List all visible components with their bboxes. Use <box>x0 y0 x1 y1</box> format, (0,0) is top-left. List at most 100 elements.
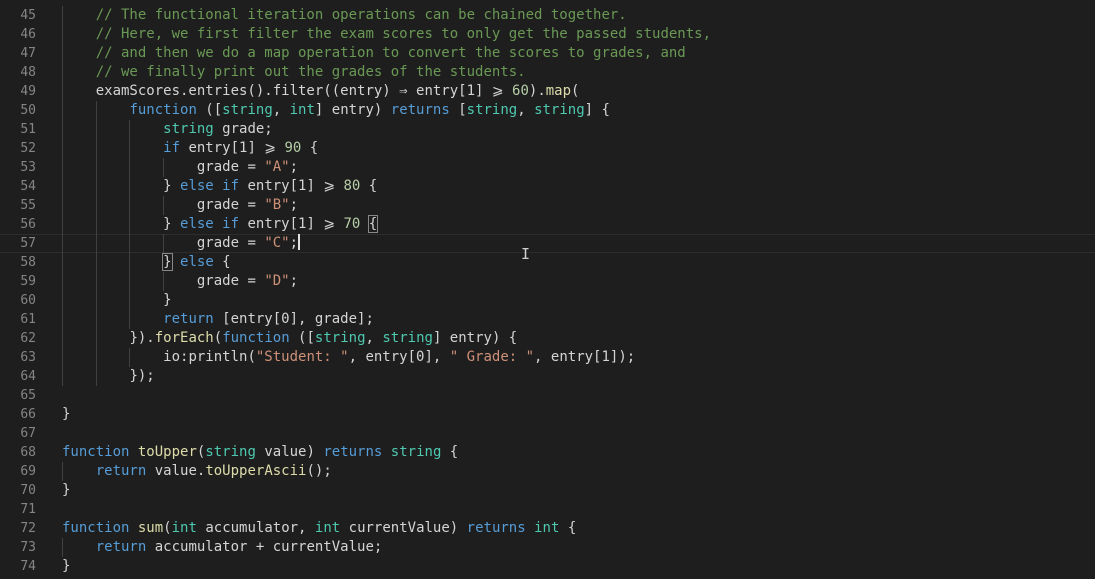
indent-guide <box>62 82 63 101</box>
indent-guide <box>129 196 130 215</box>
code-line[interactable]: 53 grade = "A"; <box>0 158 1095 177</box>
code-token: ( <box>571 83 580 99</box>
code-token: int <box>289 102 315 118</box>
indent-guide <box>96 272 97 291</box>
line-number: 46 <box>20 27 36 42</box>
line-number: 69 <box>20 464 36 479</box>
code-token: } <box>163 292 172 308</box>
code-line[interactable]: 72 function sum(int accumulator, int curr… <box>0 519 1095 538</box>
code-token: [entry[0], grade]; <box>213 311 374 327</box>
code-text: } else if entry[1] ⩾ 80 { <box>163 177 377 196</box>
code-text: } <box>62 481 70 500</box>
code-token: string <box>382 330 433 346</box>
indent-guide <box>62 6 63 25</box>
code-line[interactable]: 64}); <box>0 367 1095 386</box>
line-number: 57 <box>20 236 36 251</box>
code-token: { <box>441 444 459 460</box>
line-number: 70 <box>20 483 36 498</box>
code-line[interactable]: 71 <box>0 500 1095 519</box>
code-token: , entry[1]); <box>534 349 636 365</box>
code-line[interactable]: 56} else if entry[1] ⩾ 70 { <box>0 215 1095 234</box>
code-token: grade = <box>196 197 265 213</box>
code-line[interactable]: 49 examScores.entries().filter((entry) ⇒ … <box>0 82 1095 101</box>
code-line[interactable]: 65 <box>0 386 1095 405</box>
code-line[interactable]: 58} else { <box>0 253 1095 272</box>
code-token: ] entry) <box>314 102 391 118</box>
line-number: 50 <box>20 103 36 118</box>
indent-guide <box>96 253 97 272</box>
code-token: , <box>517 102 535 118</box>
line-number: 52 <box>20 141 36 156</box>
indent-guide <box>62 348 63 367</box>
code-line[interactable]: 45 // The functional iteration operations… <box>0 6 1095 25</box>
code-token: returns <box>466 520 526 536</box>
code-line[interactable]: 67 <box>0 424 1095 443</box>
matched-bracket: } <box>162 253 173 271</box>
indent-guide <box>62 139 63 158</box>
code-line[interactable]: 51 string grade; <box>0 120 1095 139</box>
code-line[interactable]: 74} <box>0 557 1095 576</box>
code-token: } <box>163 178 181 194</box>
code-line[interactable]: 46 // Here, we first filter the exam scor… <box>0 25 1095 44</box>
indent-guide <box>62 272 63 291</box>
code-token: { <box>360 178 378 194</box>
indent-guide <box>96 234 97 253</box>
indent-guide <box>129 177 130 196</box>
code-line[interactable]: 62 }).forEach(function ([string, string] … <box>0 329 1095 348</box>
code-text: } <box>163 291 171 310</box>
indent-guide <box>62 329 63 348</box>
code-line[interactable]: 57 grade = "C"; <box>0 234 1095 253</box>
line-number: 56 <box>20 217 36 232</box>
code-token: else if <box>180 216 240 232</box>
code-line[interactable]: 52 if entry[1] ⩾ 90 { <box>0 139 1095 158</box>
code-token: "B" <box>264 197 290 213</box>
code-line[interactable]: 55 grade = "B"; <box>0 196 1095 215</box>
code-line[interactable]: 63 io:println("Student: ", entry[0], " Gr… <box>0 348 1095 367</box>
code-token: ; <box>289 159 299 175</box>
code-line[interactable]: 54} else if entry[1] ⩾ 80 { <box>0 177 1095 196</box>
code-line[interactable]: 68 function toUpper(string value) returns… <box>0 443 1095 462</box>
code-line[interactable]: 47 // and then we do a map operation to c… <box>0 44 1095 63</box>
indent-guide <box>62 120 63 139</box>
code-line[interactable]: 48 // we finally print out the grades of … <box>0 63 1095 82</box>
line-number: 49 <box>20 84 36 99</box>
code-token: } <box>62 406 71 422</box>
code-token: int <box>314 520 341 536</box>
indent-guide <box>96 215 97 234</box>
code-line[interactable]: 60} <box>0 291 1095 310</box>
indent-guide <box>129 120 130 139</box>
line-number: 59 <box>20 274 36 289</box>
indent-guide <box>62 291 63 310</box>
line-number: 48 <box>20 65 36 80</box>
code-token: ; <box>289 197 299 213</box>
line-number: 62 <box>20 331 36 346</box>
code-text: } <box>62 405 70 424</box>
indent-guide <box>62 253 63 272</box>
code-token: , <box>365 330 383 346</box>
code-token: returns <box>323 444 383 460</box>
code-text: }).forEach(function ([string, string] en… <box>129 329 517 348</box>
code-token: "D" <box>264 273 290 289</box>
code-token: string <box>534 102 585 118</box>
indent-guide <box>129 348 130 367</box>
code-token: if <box>163 140 181 156</box>
code-line[interactable]: 73 return accumulator + currentValue; <box>0 538 1095 557</box>
code-token: { <box>213 254 231 270</box>
code-line[interactable]: 61 return [entry[0], grade]; <box>0 310 1095 329</box>
indent-guide <box>96 348 97 367</box>
code-line[interactable]: 66} <box>0 405 1095 424</box>
code-text: io:println("Student: ", entry[0], " Grad… <box>163 348 635 367</box>
code-token: grade = <box>196 273 265 289</box>
code-line[interactable]: 59 grade = "D"; <box>0 272 1095 291</box>
code-token: } <box>62 558 71 574</box>
code-line[interactable]: 50 function ([string, int] entry) returns… <box>0 101 1095 120</box>
code-line[interactable]: 69 return value.toUpperAscii(); <box>0 462 1095 481</box>
code-token: else <box>180 254 214 270</box>
indent-guide <box>129 215 130 234</box>
code-line[interactable]: 70} <box>0 481 1095 500</box>
indent-guide <box>129 139 130 158</box>
code-token: examScores.entries().filter((entry) ⇒ en… <box>95 83 513 99</box>
code-editor[interactable]: 45 // The functional iteration operations… <box>0 0 1095 579</box>
